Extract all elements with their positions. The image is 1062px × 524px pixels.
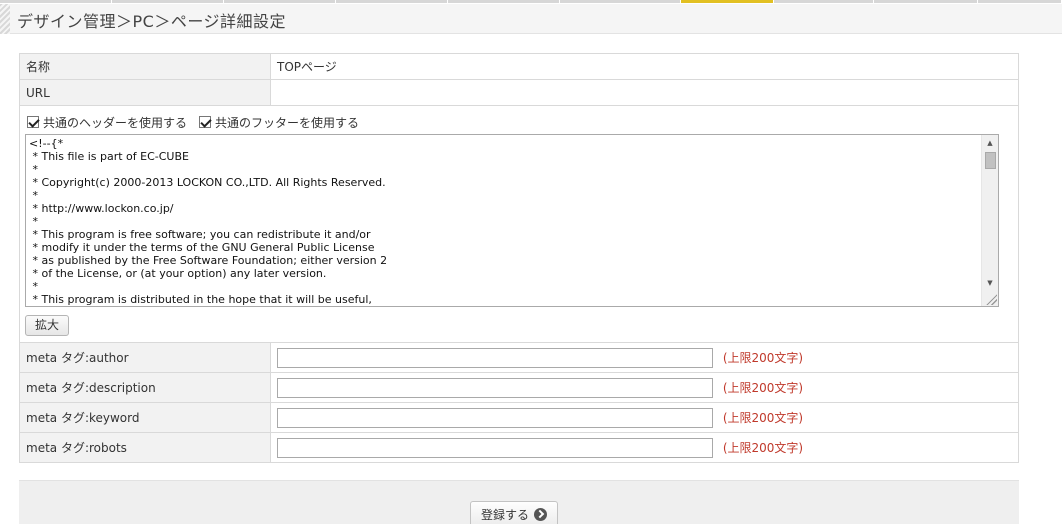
title-stripe <box>0 4 10 34</box>
top-tab-bar <box>0 0 1062 3</box>
meta-author-label: meta タグ:author <box>19 342 271 373</box>
name-label: 名称 <box>19 53 271 80</box>
url-row: URL <box>19 79 1019 106</box>
top-tab[interactable] <box>560 0 681 3</box>
layout-checkboxes: 共通のヘッダーを使用する 共通のフッターを使用する <box>27 112 1013 132</box>
resize-grip-icon[interactable] <box>985 293 997 305</box>
meta-row: meta タグ:robots (上限200文字) <box>19 432 1019 463</box>
footer-checkbox[interactable]: 共通のフッターを使用する <box>199 114 359 131</box>
meta-robots-label: meta タグ:robots <box>19 432 271 463</box>
top-tab[interactable] <box>774 0 874 3</box>
header-checkbox[interactable]: 共通のヘッダーを使用する <box>27 114 187 131</box>
url-label: URL <box>19 79 271 106</box>
scroll-down-icon[interactable]: ▼ <box>982 276 998 290</box>
meta-row: meta タグ:author (上限200文字) <box>19 342 1019 373</box>
name-value: TOPページ <box>270 53 1019 80</box>
meta-keyword-input[interactable] <box>277 407 713 428</box>
expand-button[interactable]: 拡大 <box>25 315 70 336</box>
page-title: デザイン管理＞PC＞ページ詳細設定 <box>17 12 287 31</box>
meta-author-input[interactable] <box>277 347 713 368</box>
submit-button-label[interactable]: 登録する <box>481 506 529 523</box>
template-code-text[interactable]: <!--{* * This file is part of EC-CUBE * … <box>29 137 980 306</box>
page-settings-table: 名称 TOPページ URL 共通のヘッダーを使用する 共通のフッターを使用する … <box>19 53 1019 463</box>
meta-author-cell: (上限200文字) <box>270 342 1019 373</box>
header-checkbox-box[interactable] <box>27 116 39 128</box>
top-tab[interactable] <box>448 0 560 3</box>
arrow-right-icon[interactable] <box>534 507 547 521</box>
meta-description-label: meta タグ:description <box>19 372 271 403</box>
name-row: 名称 TOPページ <box>19 53 1019 80</box>
meta-keyword-limit: (上限200文字) <box>722 411 804 425</box>
editor-cell: 共通のヘッダーを使用する 共通のフッターを使用する <!--{* * This … <box>19 105 1019 343</box>
top-tab[interactable] <box>978 0 1062 3</box>
top-tab[interactable] <box>0 0 112 3</box>
top-tab[interactable] <box>224 0 336 3</box>
meta-keyword-cell: (上限200文字) <box>270 402 1019 433</box>
scroll-thumb[interactable] <box>985 152 996 169</box>
meta-author-limit: (上限200文字) <box>722 351 804 365</box>
url-value <box>270 79 1019 106</box>
scroll-up-icon[interactable]: ▲ <box>982 136 998 150</box>
footer-panel: 登録する <box>19 480 1019 524</box>
code-scrollbar[interactable]: ▲ ▼ <box>981 135 998 306</box>
submit-button[interactable]: 登録する <box>470 501 558 524</box>
meta-row: meta タグ:keyword (上限200文字) <box>19 402 1019 433</box>
header-checkbox-label[interactable]: 共通のヘッダーを使用する <box>43 114 187 131</box>
footer-checkbox-label[interactable]: 共通のフッターを使用する <box>215 114 359 131</box>
meta-description-limit: (上限200文字) <box>722 381 804 395</box>
meta-robots-cell: (上限200文字) <box>270 432 1019 463</box>
meta-description-cell: (上限200文字) <box>270 372 1019 403</box>
editor-row: 共通のヘッダーを使用する 共通のフッターを使用する <!--{* * This … <box>19 105 1019 343</box>
meta-row: meta タグ:description (上限200文字) <box>19 372 1019 403</box>
title-bar: デザイン管理＞PC＞ページ詳細設定 <box>0 4 1062 34</box>
meta-keyword-label: meta タグ:keyword <box>19 402 271 433</box>
meta-robots-limit: (上限200文字) <box>722 441 804 455</box>
meta-description-input[interactable] <box>277 377 713 398</box>
top-tab-active[interactable] <box>681 0 774 3</box>
top-tab[interactable] <box>112 0 224 3</box>
template-code-textarea[interactable]: <!--{* * This file is part of EC-CUBE * … <box>25 134 999 307</box>
top-tab[interactable] <box>874 0 978 3</box>
meta-robots-input[interactable] <box>277 437 713 458</box>
top-tab[interactable] <box>336 0 448 3</box>
footer-checkbox-box[interactable] <box>199 116 212 128</box>
